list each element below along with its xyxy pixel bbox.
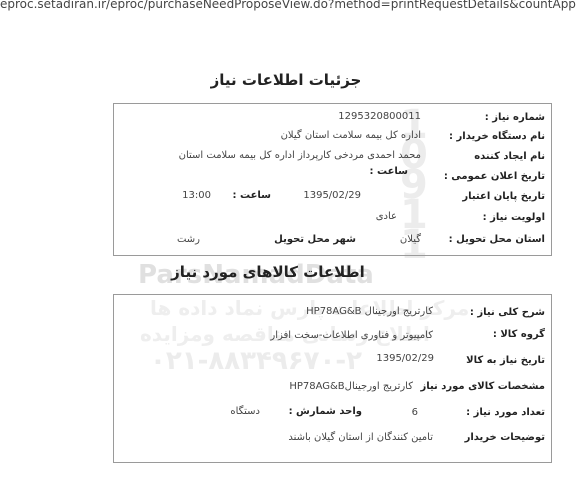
section-title-need-details: جزئیات اطلاعات نیاز [210, 71, 362, 89]
creator-value: محمد احمدی مردخی کارپرداز اداره کل بیمه … [178, 150, 421, 161]
address-bar[interactable]: eproc.setadiran.ir/eproc/purchaseNeedPro… [0, 0, 576, 14]
section-title-goods: اطلاعات کالاهای مورد نیاز [171, 263, 365, 281]
province-label: استان محل تحویل : [448, 234, 545, 245]
buyer-label: نام دستگاه خریدار : [449, 131, 545, 142]
spec-value: کارتریج اورجینالHP78AG&B [289, 381, 413, 392]
validity-date-label: تاریخ پایان اعتبار [462, 191, 545, 202]
priority-value: عادی [375, 211, 397, 222]
announce-time-label: ساعت : [369, 166, 409, 177]
need-details-box: شماره نیاز : 1295320800011 نام دستگاه خر… [113, 103, 552, 256]
city-value: رشت [176, 234, 200, 245]
unit-label: واحد شمارش : [288, 406, 362, 417]
announce-date-label: تاریخ اعلان عمومی : [443, 171, 545, 182]
buyer-notes-label: توضیحات خریدار [464, 432, 545, 443]
group-label: گروه کالا : [492, 329, 545, 340]
validity-time-label: ساعت : [232, 190, 272, 201]
desc-label: شرح کلی نیاز : [469, 307, 545, 318]
creator-label: نام ایجاد کننده [474, 151, 545, 162]
need-number-label: شماره نیاز : [484, 112, 545, 123]
need-date: 1395/02/29 [376, 353, 434, 364]
validity-date: 1395/02/29 [303, 190, 361, 201]
url-text: eproc.setadiran.ir/eproc/purchaseNeedPro… [0, 0, 576, 11]
province-value: گیلان [399, 234, 421, 245]
priority-label: اولویت نیاز : [482, 212, 545, 223]
goods-box: شرح کلی نیاز : کارتریج اورجینال HP78AG&B… [113, 294, 552, 463]
qty-value: 6 [411, 407, 418, 418]
qty-label: تعداد مورد نیاز : [466, 407, 545, 418]
validity-time: 13:00 [182, 190, 211, 201]
spec-label: مشخصات کالای مورد نیاز [420, 381, 545, 392]
city-label: شهر محل تحویل [274, 234, 356, 245]
desc-value: کارتریج اورجینال HP78AG&B [306, 306, 433, 317]
group-value: کامپیوتر و فناوری اطلاعات-سخت افزار [270, 330, 433, 341]
need-date-label: تاریخ نیاز به کالا [466, 355, 545, 366]
buyer-value: اداره کل بیمه سلامت استان گیلان [280, 130, 421, 141]
buyer-notes-value: تامین کنندگان از استان گیلان باشند [288, 432, 433, 443]
need-number: 1295320800011 [338, 111, 421, 122]
unit-value: دستگاه [230, 406, 260, 417]
